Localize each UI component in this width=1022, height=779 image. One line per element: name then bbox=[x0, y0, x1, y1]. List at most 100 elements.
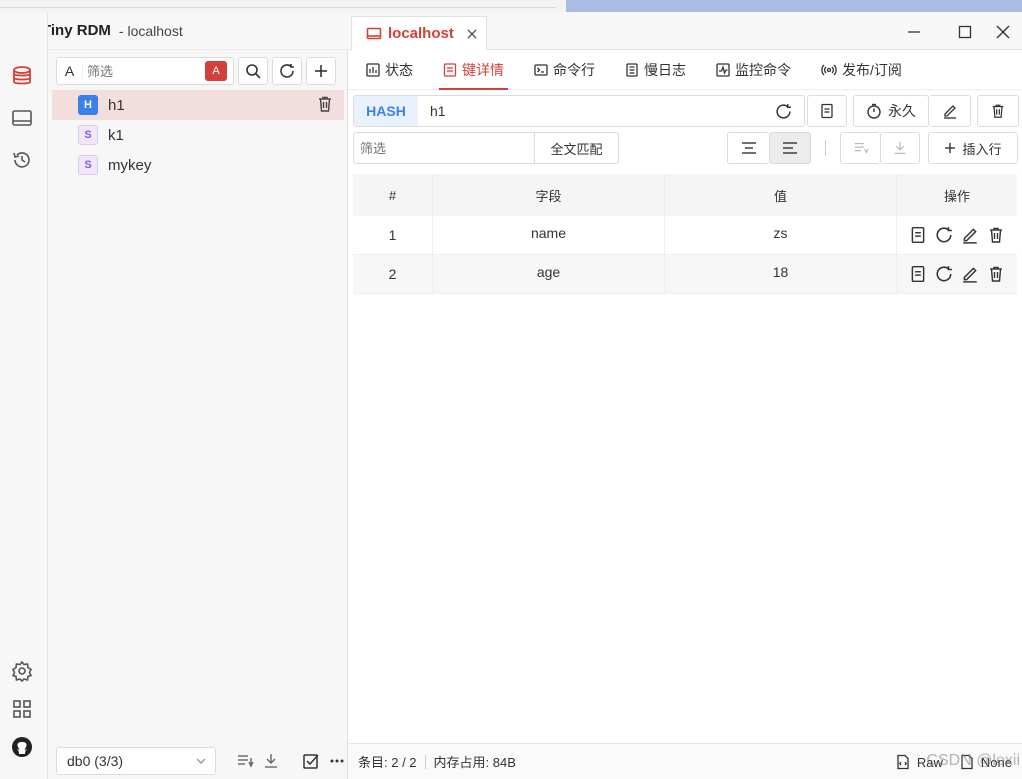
chevron-down-icon bbox=[195, 755, 207, 767]
key-item-mykey[interactable]: S mykey bbox=[48, 150, 348, 180]
app-titlebar: Tiny RDM - localhost bbox=[0, 12, 348, 50]
github-icon[interactable] bbox=[8, 733, 36, 761]
load-more-button[interactable] bbox=[880, 132, 920, 164]
table-row[interactable]: 1 name zs bbox=[353, 216, 1017, 255]
refresh-key-icon[interactable] bbox=[775, 103, 792, 120]
tab-key-detail[interactable]: 键详情 bbox=[439, 50, 508, 90]
maximize-icon[interactable] bbox=[955, 22, 975, 42]
connection-tab-bar: localhost bbox=[348, 12, 1022, 50]
trash-icon[interactable] bbox=[987, 265, 1005, 283]
key-item-h1[interactable]: H h1 bbox=[52, 90, 344, 120]
rename-key-button[interactable] bbox=[929, 95, 971, 127]
header-field[interactable]: 字段 bbox=[433, 174, 665, 216]
key-list: H h1 S k1 S mykey bbox=[48, 90, 348, 180]
apps-grid-icon[interactable] bbox=[8, 695, 36, 723]
tab-label: 键详情 bbox=[462, 61, 504, 78]
tab-label: 命令行 bbox=[553, 61, 595, 78]
key-name: k1 bbox=[108, 126, 124, 144]
key-filter-input[interactable] bbox=[83, 63, 203, 79]
ttl-button[interactable]: 永久 bbox=[853, 95, 929, 127]
database-select[interactable]: db0 (3/3) bbox=[56, 747, 216, 775]
sort-icon[interactable] bbox=[236, 752, 254, 770]
settings-gear-icon[interactable] bbox=[8, 657, 36, 685]
row-index: 2 bbox=[353, 255, 433, 293]
reload-keys-button[interactable] bbox=[272, 57, 302, 85]
more-icon[interactable] bbox=[328, 752, 346, 770]
tab-monitor[interactable]: 监控命令 bbox=[712, 50, 795, 90]
value-filter-input[interactable] bbox=[354, 140, 534, 156]
copy-icon[interactable] bbox=[909, 226, 927, 244]
code-file-icon bbox=[895, 754, 911, 770]
status-right: Raw None CSDN @lexii bbox=[895, 744, 1020, 779]
close-window-icon[interactable] bbox=[993, 22, 1013, 42]
database-icon[interactable] bbox=[8, 62, 36, 90]
log-panel-icon[interactable] bbox=[8, 104, 36, 132]
edit-icon[interactable] bbox=[961, 226, 979, 244]
align-left-button[interactable] bbox=[769, 132, 811, 164]
timer-icon bbox=[866, 103, 882, 119]
app-name: Tiny RDM bbox=[42, 22, 111, 39]
table-row[interactable]: 2 age 18 bbox=[353, 255, 1017, 294]
key-browser-pane: A A H h1 S k1 bbox=[48, 50, 348, 779]
insert-row-label: 插入行 bbox=[962, 141, 1002, 157]
header-index: # bbox=[353, 174, 433, 216]
key-name: h1 bbox=[108, 96, 125, 114]
fulltext-match-button[interactable]: 全文匹配 bbox=[534, 133, 618, 163]
load-all-icon[interactable] bbox=[262, 752, 280, 770]
copy-key-button[interactable] bbox=[807, 95, 847, 127]
plus-icon bbox=[313, 63, 329, 79]
status-chart-icon bbox=[366, 62, 380, 77]
string-type-badge: S bbox=[78, 155, 98, 175]
add-key-button[interactable] bbox=[306, 57, 336, 85]
key-item-k1[interactable]: S k1 bbox=[48, 120, 348, 150]
key-name: mykey bbox=[108, 156, 152, 174]
tab-label: 慢日志 bbox=[644, 61, 686, 78]
download-icon bbox=[892, 140, 908, 156]
memory-usage: 内存占用: 84B bbox=[433, 755, 516, 770]
align-center-button[interactable] bbox=[727, 132, 769, 164]
filter-type-toggle[interactable]: A bbox=[57, 63, 83, 79]
edit-icon[interactable] bbox=[961, 265, 979, 283]
refresh-icon bbox=[279, 63, 295, 79]
history-icon[interactable] bbox=[8, 146, 36, 174]
key-detail-icon bbox=[443, 62, 457, 77]
close-tab-icon[interactable] bbox=[466, 28, 478, 40]
status-bar: 条目: 2 / 2 内存占用: 84B Raw None CSDN @lexii bbox=[348, 743, 1022, 779]
trash-icon bbox=[990, 103, 1006, 119]
copy-icon[interactable] bbox=[909, 265, 927, 283]
sort-values-button[interactable] bbox=[840, 132, 880, 164]
key-name-value[interactable]: h1 bbox=[418, 103, 775, 119]
tab-cli[interactable]: 命令行 bbox=[530, 50, 599, 90]
strip-divider bbox=[0, 7, 556, 8]
insert-row-button[interactable]: 插入行 bbox=[928, 132, 1018, 164]
search-button[interactable] bbox=[238, 57, 268, 85]
row-value: 18 bbox=[665, 255, 897, 293]
tab-pubsub[interactable]: 发布/订阅 bbox=[817, 50, 906, 90]
header-value[interactable]: 值 bbox=[665, 174, 897, 216]
tab-label: 监控命令 bbox=[735, 61, 791, 78]
case-sensitive-button[interactable]: A bbox=[205, 61, 227, 81]
hash-type-badge: H bbox=[78, 95, 98, 115]
value-filter-box: 全文匹配 bbox=[353, 132, 619, 164]
decode-button[interactable]: None CSDN @lexii bbox=[926, 752, 1020, 770]
align-left-icon bbox=[782, 141, 798, 155]
tab-label: 状态 bbox=[385, 61, 413, 78]
tab-status[interactable]: 状态 bbox=[362, 50, 417, 90]
server-icon bbox=[366, 26, 382, 42]
row-value: zs bbox=[665, 216, 897, 254]
key-type-badge: HASH bbox=[354, 96, 418, 126]
app-host: - localhost bbox=[118, 22, 183, 39]
delete-key-icon[interactable] bbox=[316, 95, 334, 113]
watermark: CSDN @lexii bbox=[926, 752, 1020, 769]
minimize-icon[interactable] bbox=[904, 22, 924, 42]
checkbox-select-icon[interactable] bbox=[302, 752, 320, 770]
refresh-icon[interactable] bbox=[935, 265, 953, 283]
entry-count: 条目: 2 / 2 bbox=[358, 755, 417, 770]
connection-tab[interactable]: localhost bbox=[351, 16, 487, 50]
key-filter-bar: A A bbox=[56, 56, 336, 86]
trash-icon[interactable] bbox=[987, 226, 1005, 244]
delete-key-button[interactable] bbox=[977, 95, 1019, 127]
edit-icon bbox=[942, 103, 958, 119]
refresh-icon[interactable] bbox=[935, 226, 953, 244]
tab-slow-log[interactable]: 慢日志 bbox=[621, 50, 690, 90]
